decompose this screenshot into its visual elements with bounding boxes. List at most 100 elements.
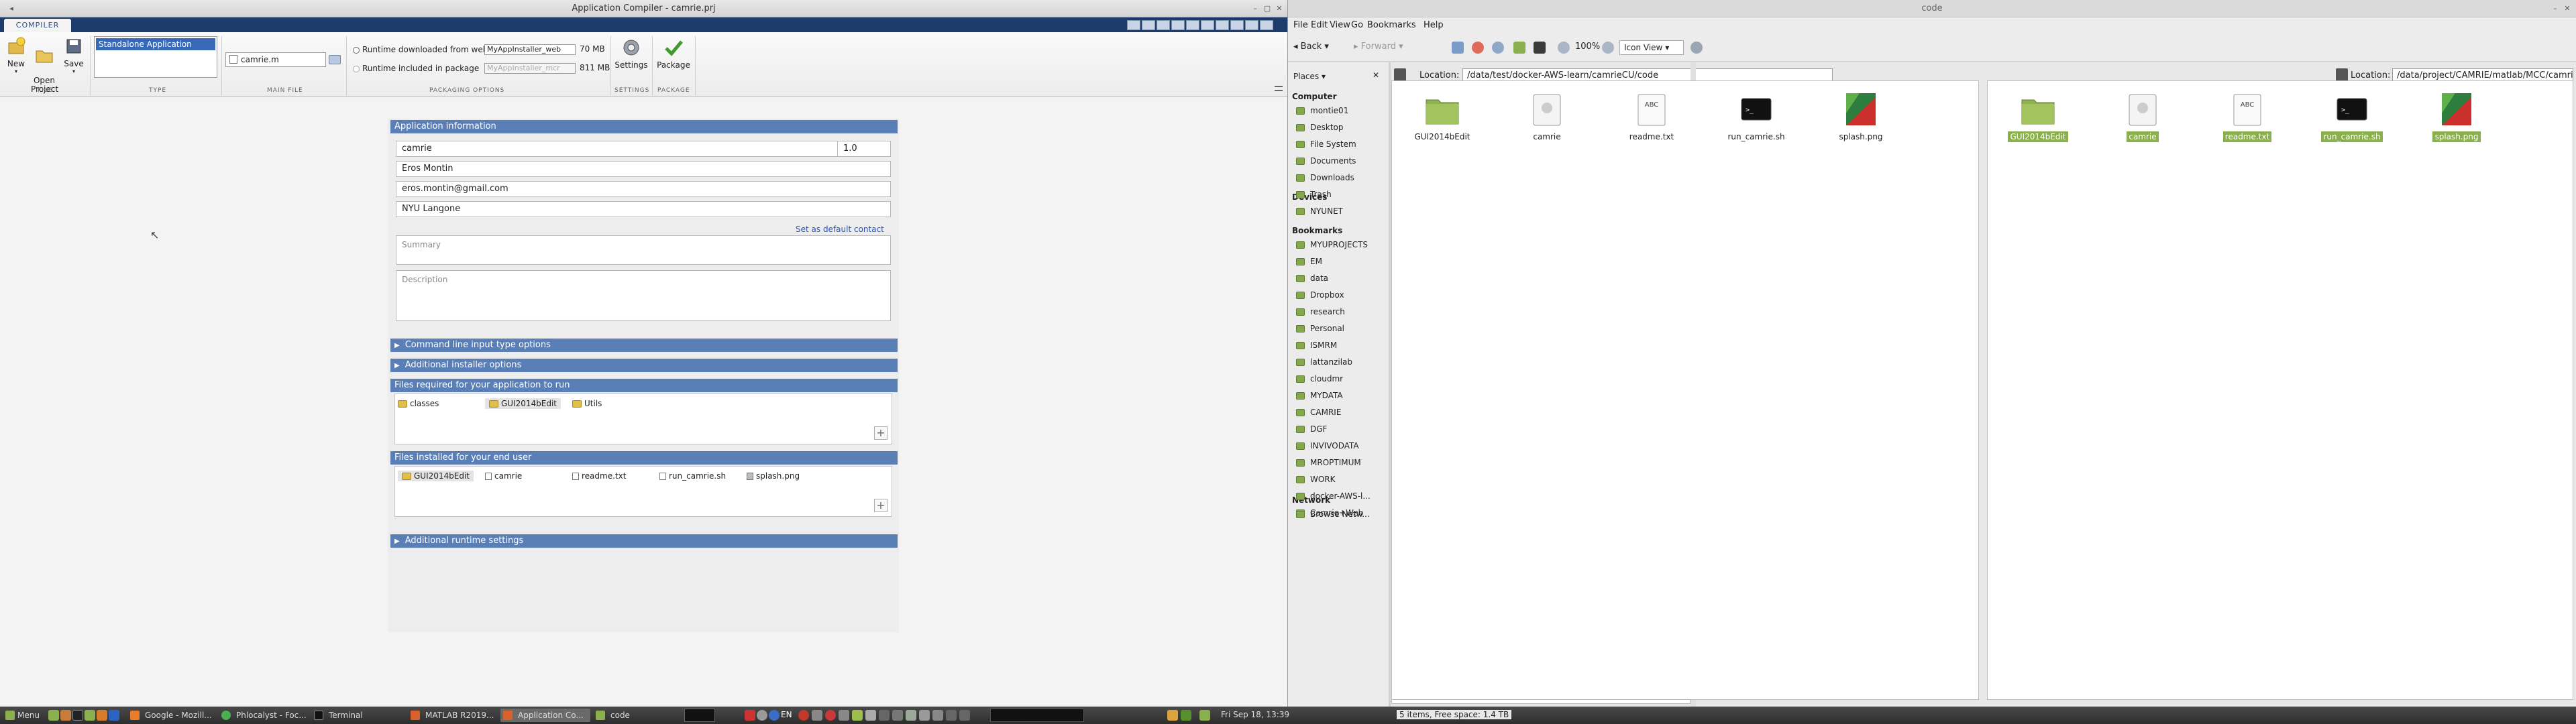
sidebar-item[interactable]: docker-AWS-l... [1296, 489, 1390, 503]
back-button[interactable]: ◂ Back ▾ [1293, 42, 1329, 52]
file-item[interactable]: ABC readme.txt [2210, 90, 2284, 142]
file-item[interactable]: camrie [1510, 90, 1584, 141]
stop-icon[interactable] [1472, 42, 1484, 54]
summary-field[interactable]: Summary [396, 235, 891, 265]
firefox-launcher-icon[interactable] [60, 710, 71, 721]
quick-access-icon[interactable] [1142, 20, 1155, 30]
runtime-settings-section[interactable]: ▶ Additional runtime settings [390, 534, 898, 548]
file-pane-right-view[interactable]: GUI2014bEdit camrie ABC readme.txt >_ run_cam… [1987, 80, 2573, 700]
path-toggle-icon[interactable] [2336, 68, 2348, 82]
runtime-package-name-input[interactable]: MyAppInstaller_mcr [484, 63, 576, 74]
file-item[interactable]: >_ run_camrie.sh [1719, 90, 1793, 141]
view-mode-select[interactable]: Icon View ▾ [1619, 40, 1684, 55]
gmail-icon[interactable] [798, 710, 809, 721]
window-menu-icon[interactable]: ◂ [5, 3, 17, 15]
app-name-field[interactable]: camrie [396, 141, 840, 157]
sidebar-item[interactable]: data [1296, 272, 1390, 285]
list-item[interactable]: classes [398, 398, 439, 409]
menu-help[interactable]: Help [1424, 20, 1444, 30]
close-icon[interactable]: ✕ [2561, 3, 2573, 15]
quick-access-icon[interactable] [1216, 20, 1229, 30]
sidebar-item[interactable]: File System [1296, 137, 1390, 151]
updates-icon[interactable] [769, 710, 780, 721]
list-item[interactable]: Utils [572, 398, 602, 409]
sidebar-item[interactable]: INVIVODATA [1296, 439, 1390, 452]
sidebar-item[interactable]: CAMRIE [1296, 406, 1390, 419]
sidebar-item[interactable]: montie01 [1296, 104, 1390, 117]
sidebar-item[interactable]: ISMRM [1296, 339, 1390, 352]
forward-button[interactable]: ▸ Forward ▾ [1354, 42, 1403, 52]
app-type-selected[interactable]: Standalone Application [96, 38, 215, 50]
file-pane-left-view[interactable]: GUI2014bEdit camrie ABC readme.txt >_ run_cam… [1391, 80, 1979, 700]
tray-icon[interactable] [879, 710, 890, 721]
required-files-list[interactable]: classes GUI2014bEdit Utils + [394, 394, 892, 444]
sidebar-splitter[interactable] [1389, 62, 1391, 707]
search-icon[interactable] [1690, 42, 1703, 54]
company-field[interactable]: NYU Langone [396, 201, 891, 217]
task-matlab[interactable]: MATLAB R2019... [408, 709, 498, 722]
file-item[interactable]: GUI2014bEdit [1405, 90, 1479, 141]
list-item[interactable]: splash.png [747, 471, 800, 481]
files-tray-icon[interactable] [1199, 710, 1210, 721]
main-file-field[interactable]: camrie.m [225, 52, 326, 67]
files-launcher-icon[interactable] [85, 710, 95, 721]
launcher-icon[interactable] [109, 710, 119, 721]
quick-access-icon[interactable] [1260, 20, 1273, 30]
sidebar-item[interactable]: MYUPROJECTS [1296, 238, 1390, 251]
sidebar-item[interactable]: Desktop [1296, 121, 1390, 134]
cmd-options-section[interactable]: ▶ Command line input type options [390, 339, 898, 352]
quick-access-icon[interactable] [1230, 20, 1244, 30]
file-item[interactable]: splash.png [1824, 90, 1898, 141]
settings-button[interactable]: Settings [614, 38, 648, 70]
terminal-launcher-icon[interactable] [72, 710, 83, 721]
file-item[interactable]: ABC readme.txt [1615, 90, 1688, 141]
add-installed-file-button[interactable]: + [874, 499, 888, 512]
show-desktop-icon[interactable] [48, 710, 59, 721]
sidebar-item[interactable]: Documents [1296, 154, 1390, 168]
sidebar-item[interactable]: cloudmr [1296, 372, 1390, 385]
sidebar-item[interactable]: Dropbox [1296, 288, 1390, 302]
installed-files-list[interactable]: GUI2014bEdit camrie readme.txt run_camri… [394, 466, 892, 517]
list-item[interactable]: GUI2014bEdit [485, 398, 561, 409]
sidebar-item[interactable]: Personal [1296, 322, 1390, 335]
list-item[interactable]: readme.txt [572, 471, 626, 481]
help-icon[interactable] [1245, 20, 1258, 30]
app-type-list[interactable]: Standalone Application [94, 36, 217, 78]
author-field[interactable]: Eros Montin [396, 161, 891, 177]
matlab-launcher-icon[interactable] [97, 710, 107, 721]
sidebar-item[interactable]: NYUNET [1296, 204, 1390, 218]
keyboard-layout[interactable]: EN [781, 710, 792, 719]
tray-icon[interactable] [825, 710, 836, 721]
minimize-icon[interactable]: – [1249, 3, 1261, 15]
tray-icon[interactable] [959, 710, 970, 721]
list-item[interactable]: GUI2014bEdit [398, 471, 474, 481]
workspace-switcher[interactable] [684, 709, 715, 722]
menu-edit[interactable]: Edit [1311, 20, 1328, 30]
up-icon[interactable] [1452, 42, 1464, 54]
collapse-ribbon-icon[interactable] [1275, 86, 1283, 91]
sidebar-item[interactable]: DGF [1296, 422, 1390, 436]
tab-compiler[interactable]: COMPILER [4, 19, 71, 32]
tray-icon[interactable] [906, 710, 916, 721]
tray-icon[interactable] [839, 710, 849, 721]
tray-icon[interactable] [865, 710, 876, 721]
sidebar-item[interactable]: WORK [1296, 473, 1390, 486]
list-item[interactable]: camrie [485, 471, 522, 481]
terminal-icon[interactable] [1534, 42, 1546, 54]
sidebar-item[interactable]: MYDATA [1296, 389, 1390, 402]
bluetooth-icon[interactable] [757, 710, 767, 721]
places-select[interactable]: Places ▾ [1291, 70, 1360, 82]
list-item[interactable]: run_camrie.sh [659, 471, 726, 481]
close-sidebar-icon[interactable]: ✕ [1373, 70, 1379, 80]
zoom-in-icon[interactable] [1602, 42, 1614, 54]
task-app-compiler[interactable]: Application Co... [500, 709, 590, 722]
sidebar-item[interactable]: Browse Netw... [1296, 507, 1390, 521]
app-version-field[interactable]: 1.0 [837, 141, 891, 157]
file-item[interactable]: splash.png [2420, 90, 2493, 142]
sidebar-item[interactable]: EM [1296, 255, 1390, 268]
start-menu-button[interactable]: Menu [3, 709, 46, 722]
volume-icon[interactable] [892, 710, 903, 721]
matlab-tray-icon[interactable] [1167, 710, 1178, 721]
file-item[interactable]: >_ run_camrie.sh [2315, 90, 2389, 142]
menu-file[interactable]: File [1293, 20, 1308, 30]
